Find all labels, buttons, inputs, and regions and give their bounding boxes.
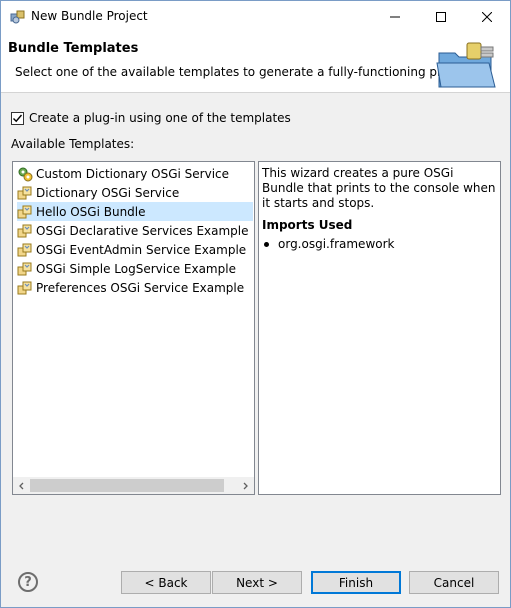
template-item-label: Preferences OSGi Service Example [36,280,245,295]
osgi-gear-icon [18,167,33,181]
osgi-plugin-icon [17,262,32,275]
osgi-plugin-icon [17,205,32,218]
title-bar: New Bundle Project [1,1,510,32]
osgi-plugin-icon [17,186,32,199]
help-button[interactable]: ? [18,572,38,592]
chevron-left-icon [19,482,24,489]
horizontal-scrollbar[interactable] [13,477,254,494]
template-list-item[interactable]: OSGi Declarative Services Example [17,221,253,240]
template-list-item[interactable]: Hello OSGi Bundle [17,202,253,221]
import-package: org.osgi.framework [278,237,395,251]
page-description: Select one of the available templates to… [15,65,475,79]
scroll-right-button[interactable] [239,479,252,492]
bullet-icon [264,241,269,247]
template-list-item[interactable]: OSGi Simple LogService Example [17,259,253,278]
maximize-icon [436,11,446,22]
template-list-item[interactable]: Preferences OSGi Service Example [17,278,253,297]
scroll-left-button[interactable] [15,479,28,492]
osgi-plugin-icon [17,243,32,256]
template-description: This wizard creates a pure OSGi Bundle t… [262,166,496,210]
back-button[interactable]: < Back [121,571,211,594]
cancel-button[interactable]: Cancel [409,571,499,594]
available-templates-label: Available Templates: [11,137,135,151]
folder-plugin-wizard-icon [436,42,496,88]
close-icon [482,11,492,22]
minimize-button[interactable] [372,1,418,32]
osgi-plugin-icon [17,281,32,294]
chevron-right-icon [243,482,248,489]
window-title: New Bundle Project [31,9,148,23]
osgi-plugin-icon [17,224,32,237]
maximize-button[interactable] [418,1,464,32]
template-list[interactable]: Custom Dictionary OSGi Service Dictionary… [12,161,255,495]
template-description-pane: This wizard creates a pure OSGi Bundle t… [258,161,501,495]
template-item-label: OSGi EventAdmin Service Example [36,242,247,257]
help-icon: ? [24,574,32,590]
template-list-item[interactable]: OSGi EventAdmin Service Example [17,240,253,259]
template-list-item[interactable]: Dictionary OSGi Service [17,183,253,202]
template-item-label: OSGi Declarative Services Example [36,223,249,238]
use-template-option[interactable]: Create a plug-in using one of the templa… [11,110,291,126]
next-button[interactable]: Next > [212,571,302,594]
template-item-label: Hello OSGi Bundle [36,204,146,219]
imports-heading: Imports Used [262,218,353,232]
wizard-header-banner: Bundle Templates Select one of the avail… [1,32,510,93]
imports-list-item: org.osgi.framework [262,237,497,251]
page-title: Bundle Templates [8,41,139,56]
template-list-item[interactable]: Custom Dictionary OSGi Service [17,164,253,183]
scrollbar-thumb[interactable] [30,479,224,492]
new-bundle-project-dialog: New Bundle Project Bundle Templates Sele… [0,0,511,608]
finish-button[interactable]: Finish [311,571,401,594]
use-template-label: Create a plug-in using one of the templa… [29,111,291,125]
template-item-label: OSGi Simple LogService Example [36,261,236,276]
close-button[interactable] [464,1,510,32]
checkmark-icon [13,114,23,122]
use-template-checkbox[interactable] [11,111,24,125]
eclipse-plugin-icon [10,10,25,24]
minimize-icon [390,16,400,17]
template-item-label: Dictionary OSGi Service [36,185,180,200]
template-item-label: Custom Dictionary OSGi Service [36,166,230,181]
